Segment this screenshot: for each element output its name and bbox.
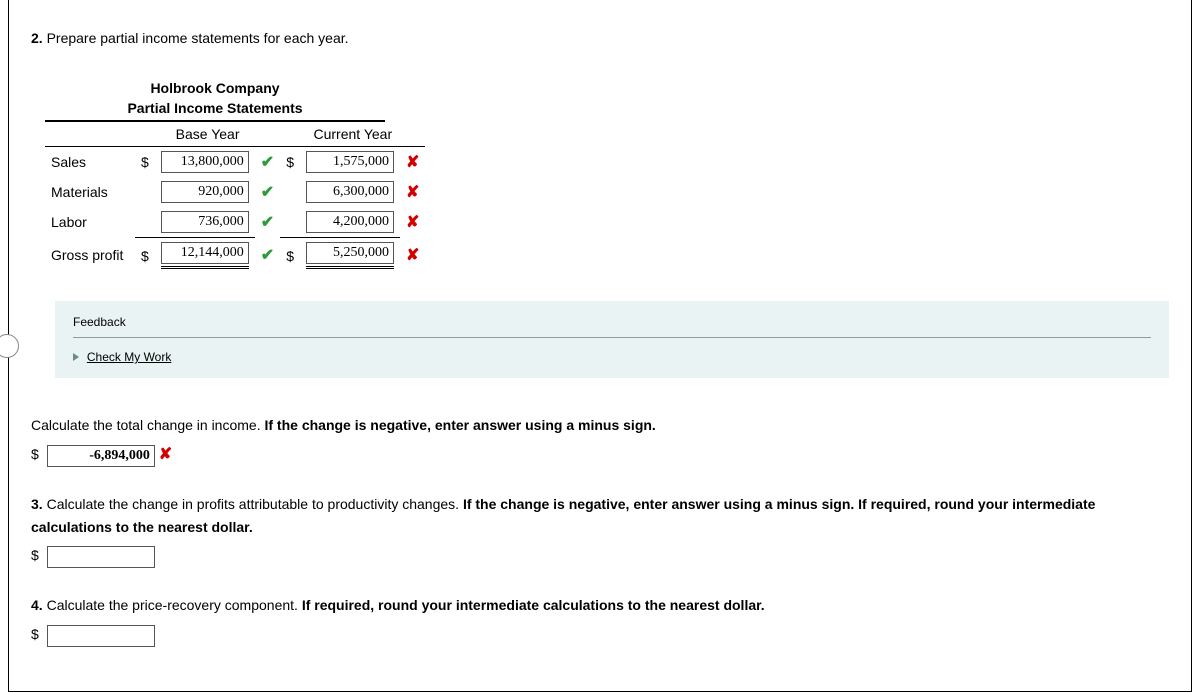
input-sales-current[interactable] bbox=[306, 151, 394, 173]
dollar-sign: $ bbox=[31, 547, 43, 563]
dollar-sign: $ bbox=[31, 626, 43, 642]
nav-circle[interactable] bbox=[0, 334, 19, 358]
input-sales-base[interactable] bbox=[161, 151, 249, 173]
input-total-change[interactable] bbox=[47, 445, 155, 467]
q2-number: 2. bbox=[31, 30, 43, 46]
label-gross: Gross profit bbox=[45, 238, 135, 274]
dollar-sign: $ bbox=[280, 147, 300, 178]
q3-number: 3. bbox=[31, 496, 43, 512]
x-icon: ✘ bbox=[400, 238, 425, 274]
check-icon: ✔ bbox=[255, 238, 280, 274]
label-labor: Labor bbox=[45, 207, 135, 238]
dollar-sign: $ bbox=[135, 147, 155, 178]
input-gross-current[interactable] bbox=[306, 242, 394, 264]
company-name: Holbrook Company bbox=[45, 76, 385, 100]
col-base-year: Base Year bbox=[135, 122, 280, 147]
q2-text: Prepare partial income statements for ea… bbox=[47, 30, 349, 46]
question-3-prompt: 3. Calculate the change in profits attri… bbox=[31, 493, 1169, 538]
x-icon: ✘ bbox=[400, 177, 425, 207]
row-labor: Labor ✔ ✘ bbox=[45, 207, 425, 238]
row-sales: Sales $ ✔ $ ✘ bbox=[45, 147, 425, 178]
question-4-prompt: 4. Calculate the price-recovery componen… bbox=[31, 594, 1169, 616]
x-icon: ✘ bbox=[159, 446, 172, 463]
check-icon: ✔ bbox=[255, 207, 280, 238]
label-materials: Materials bbox=[45, 177, 135, 207]
check-icon: ✔ bbox=[255, 177, 280, 207]
row-gross-profit: Gross profit $ ✔ $ ✘ bbox=[45, 238, 425, 274]
question-2-prompt: 2. Prepare partial income statements for… bbox=[31, 30, 1169, 46]
input-q4-answer[interactable] bbox=[47, 625, 155, 647]
input-materials-current[interactable] bbox=[306, 181, 394, 203]
dollar-sign: $ bbox=[280, 238, 300, 274]
input-labor-base[interactable] bbox=[161, 211, 249, 233]
input-materials-base[interactable] bbox=[161, 181, 249, 203]
x-icon: ✘ bbox=[400, 147, 425, 178]
input-q3-answer[interactable] bbox=[47, 546, 155, 568]
calc-total-change-prompt: Calculate the total change in income. If… bbox=[31, 414, 1169, 436]
q4-number: 4. bbox=[31, 597, 43, 613]
check-icon: ✔ bbox=[255, 147, 280, 178]
label-sales: Sales bbox=[45, 147, 135, 178]
triangle-right-icon bbox=[73, 353, 79, 361]
check-my-work-link[interactable]: Check My Work bbox=[87, 350, 171, 364]
input-gross-base[interactable] bbox=[161, 242, 249, 264]
feedback-title: Feedback bbox=[73, 315, 1151, 338]
col-current-year: Current Year bbox=[280, 122, 425, 147]
feedback-panel: Feedback Check My Work bbox=[55, 301, 1169, 378]
dollar-sign: $ bbox=[31, 446, 43, 462]
input-labor-current[interactable] bbox=[306, 211, 394, 233]
statement-title: Partial Income Statements bbox=[45, 100, 385, 120]
x-icon: ✘ bbox=[400, 207, 425, 238]
dollar-sign: $ bbox=[135, 238, 155, 274]
row-materials: Materials ✔ ✘ bbox=[45, 177, 425, 207]
